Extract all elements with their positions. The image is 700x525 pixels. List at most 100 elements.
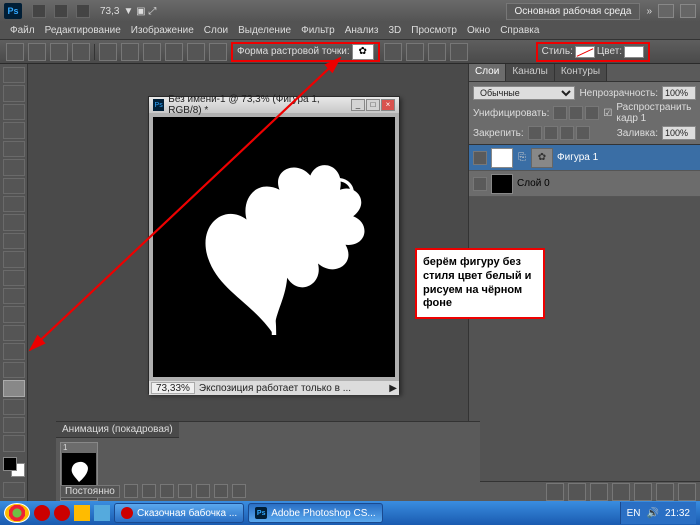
lock-pos-icon[interactable]	[560, 126, 574, 140]
layer-thumb[interactable]	[491, 174, 513, 194]
history-brush-tool[interactable]	[3, 233, 25, 249]
wand-tool[interactable]	[3, 122, 25, 138]
combine-exclude-icon[interactable]	[450, 43, 468, 61]
prev-frame-icon[interactable]	[142, 484, 156, 498]
menu-layers[interactable]: Слои	[200, 23, 232, 38]
layer-name[interactable]: Слой 0	[517, 178, 550, 189]
lasso-tool[interactable]	[3, 104, 25, 120]
visibility-icon[interactable]	[473, 177, 487, 191]
combine-add-icon[interactable]	[384, 43, 402, 61]
fx-icon[interactable]	[568, 483, 586, 501]
lock-all-icon[interactable]	[576, 126, 590, 140]
lock-pixels-icon[interactable]	[544, 126, 558, 140]
ql-opera-icon[interactable]	[34, 505, 50, 521]
doc-maximize-icon[interactable]: □	[366, 99, 380, 111]
new-layer-icon[interactable]	[656, 483, 674, 501]
taskbar-photoshop[interactable]: PsAdobe Photoshop CS...	[248, 503, 383, 523]
menu-edit[interactable]: Редактирование	[41, 23, 125, 38]
heal-tool[interactable]	[3, 178, 25, 194]
blur-tool[interactable]	[3, 288, 25, 304]
line-shape-icon[interactable]	[187, 43, 205, 61]
quick-mask-icon[interactable]	[3, 482, 25, 498]
workspace-switcher[interactable]: Основная рабочая среда	[506, 3, 641, 20]
combine-subtract-icon[interactable]	[406, 43, 424, 61]
fill-pixels-icon[interactable]	[72, 43, 90, 61]
layout-icon[interactable]	[54, 4, 68, 18]
bridge-icon[interactable]	[32, 4, 46, 18]
path-select-tool[interactable]	[3, 362, 25, 378]
stamp-tool[interactable]	[3, 214, 25, 230]
move-tool[interactable]	[3, 67, 25, 83]
tool-preset-icon[interactable]	[6, 43, 24, 61]
lang-indicator[interactable]: EN	[627, 508, 641, 519]
visibility-icon[interactable]	[473, 151, 487, 165]
crop-tool[interactable]	[3, 141, 25, 157]
blend-mode-select[interactable]: Обычные	[473, 86, 575, 100]
marquee-tool[interactable]	[3, 85, 25, 101]
doc-minimize-icon[interactable]: _	[351, 99, 365, 111]
menu-help[interactable]: Справка	[496, 23, 543, 38]
menu-filter[interactable]: Фильтр	[297, 23, 339, 38]
tray-volume-icon[interactable]: 🔊	[647, 508, 659, 519]
group-icon[interactable]	[634, 483, 652, 501]
layer-row-bg[interactable]: Слой 0	[469, 171, 700, 197]
pen-tool[interactable]	[3, 325, 25, 341]
delete-frame-icon[interactable]	[232, 484, 246, 498]
fg-bg-colors[interactable]	[3, 457, 25, 477]
document-canvas[interactable]	[153, 117, 395, 377]
tab-paths[interactable]: Контуры	[555, 64, 607, 81]
loop-dropdown[interactable]: Постоянно	[60, 485, 120, 498]
system-tray[interactable]: EN 🔊 21:32	[620, 502, 696, 524]
menu-file[interactable]: Файл	[6, 23, 39, 38]
color-swatch[interactable]	[624, 46, 644, 58]
animation-tab[interactable]: Анимация (покадровая)	[56, 422, 179, 438]
maximize-icon[interactable]	[680, 4, 696, 18]
trash-icon[interactable]	[678, 483, 696, 501]
layer-row-shape[interactable]: ⎘ ✿ Фигура 1	[469, 145, 700, 171]
ql-tc-icon[interactable]	[74, 505, 90, 521]
rect-shape-icon[interactable]	[99, 43, 117, 61]
mask-icon[interactable]	[590, 483, 608, 501]
type-tool[interactable]	[3, 343, 25, 359]
tween-icon[interactable]	[196, 484, 210, 498]
screen-mode-icon[interactable]	[76, 4, 90, 18]
hand-tool[interactable]	[3, 417, 25, 433]
ql-desktop-icon[interactable]	[94, 505, 110, 521]
vector-mask-thumb[interactable]: ✿	[531, 148, 553, 168]
layer-thumb[interactable]	[491, 148, 513, 168]
link-layers-icon[interactable]	[546, 483, 564, 501]
custom-shape-tool[interactable]	[3, 380, 25, 396]
menu-view[interactable]: Просмотр	[407, 23, 461, 38]
menu-analysis[interactable]: Анализ	[341, 23, 383, 38]
eyedropper-tool[interactable]	[3, 159, 25, 175]
next-frame-icon[interactable]	[178, 484, 192, 498]
tab-channels[interactable]: Каналы	[506, 64, 555, 81]
dodge-tool[interactable]	[3, 306, 25, 322]
doc-zoom[interactable]: 73,33%	[151, 382, 195, 394]
paths-icon[interactable]	[50, 43, 68, 61]
lock-trans-icon[interactable]	[528, 126, 542, 140]
eraser-tool[interactable]	[3, 251, 25, 267]
fill-input[interactable]	[662, 126, 696, 140]
chevrons-icon[interactable]: »	[646, 6, 652, 17]
menu-3d[interactable]: 3D	[384, 23, 405, 38]
rrect-shape-icon[interactable]	[121, 43, 139, 61]
tab-layers[interactable]: Слои	[469, 64, 506, 81]
unify-vis-icon[interactable]	[569, 106, 583, 120]
zoom-tool[interactable]	[3, 435, 25, 451]
zoom-arrows[interactable]: ▼ ▣ ⤢	[123, 6, 156, 17]
first-frame-icon[interactable]	[124, 484, 138, 498]
menu-select[interactable]: Выделение	[234, 23, 295, 38]
document-titlebar[interactable]: Ps Без имени-1 @ 73,3% (Фигура 1, RGB/8)…	[149, 97, 399, 113]
unify-style-icon[interactable]	[585, 106, 599, 120]
shape-layers-icon[interactable]	[28, 43, 46, 61]
minimize-icon[interactable]	[658, 4, 674, 18]
menu-window[interactable]: Окно	[463, 23, 494, 38]
gradient-tool[interactable]	[3, 270, 25, 286]
custom-shape-icon[interactable]	[209, 43, 227, 61]
taskbar-opera[interactable]: Сказочная бабочка ...	[114, 503, 244, 523]
start-button[interactable]	[4, 503, 30, 523]
unify-pos-icon[interactable]	[553, 106, 567, 120]
combine-intersect-icon[interactable]	[428, 43, 446, 61]
propagate-label[interactable]: Распространить кадр 1	[616, 102, 696, 124]
